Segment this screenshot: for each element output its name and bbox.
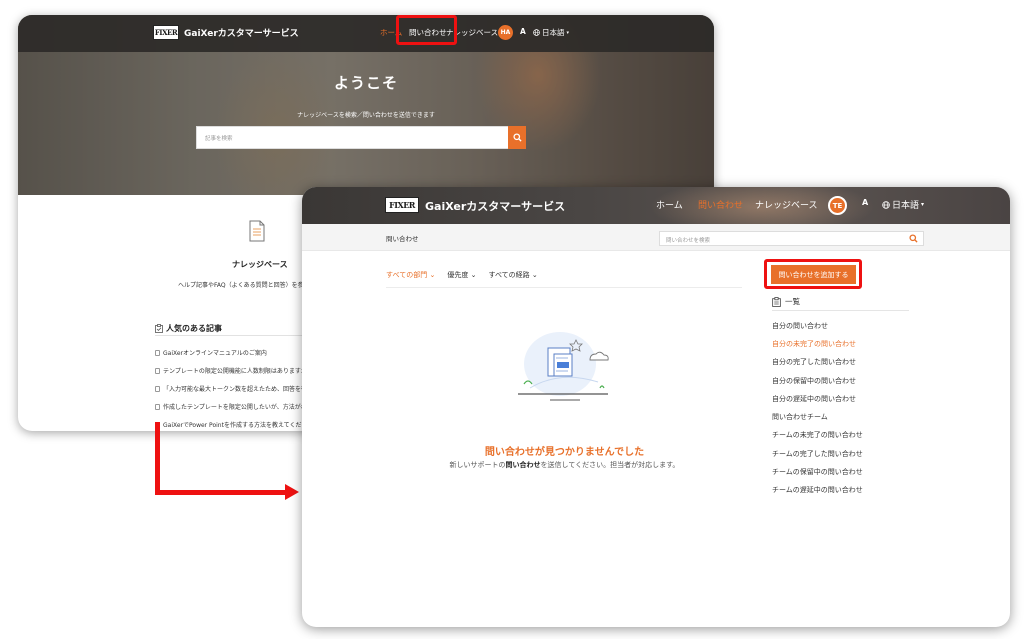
language-label: 日本語 [892,201,920,211]
article-link[interactable]: テンプレートの限定公開機能に人数制限はありますか [155,366,307,375]
front-window-inquiries: FIXER GaiXerカスタマーサービス ホーム 問い合わせ ナレッジベース … [302,187,1010,627]
search-button[interactable] [508,126,526,149]
chevron-down-icon: ⌄ [531,271,538,279]
highlight-nav-inquiries [396,15,457,45]
document-icon [155,367,160,374]
list-item-my-open[interactable]: 自分の未完了の問い合わせ [772,339,856,349]
chevron-down-icon: ⌄ [470,271,477,279]
nav-knowledge-link[interactable]: ナレッジベース [755,198,818,211]
submit-inquiry-link[interactable]: 問い合わせ [506,461,541,469]
article-link[interactable]: 「入力可能な最大トークン数を超えたため、回答を行 [155,384,307,393]
list-item-team-on-hold[interactable]: チームの保留中の問い合わせ [772,467,863,477]
globe-icon [533,29,540,36]
article-link[interactable]: GaiXerオンラインマニュアルのご案内 [155,348,267,357]
nav-inquiries-link[interactable]: 問い合わせ [698,198,743,211]
font-size-icon[interactable]: A [520,27,526,36]
filter-department[interactable]: すべての部門 ⌄ [386,270,435,280]
breadcrumb: 問い合わせ [386,235,419,243]
annotation-arrow-shaft [155,422,160,495]
annotation-arrow-shaft [155,490,287,495]
list-item-my-inquiries[interactable]: 自分の問い合わせ [772,321,828,331]
chevron-down-icon: ▾ [566,29,570,36]
list-item-my-closed[interactable]: 自分の完了した問い合わせ [772,357,856,367]
knowledge-base-title[interactable]: ナレッジベース [232,259,288,270]
search-icon [512,133,522,142]
brand-name[interactable]: GaiXerカスタマーサービス [425,198,565,214]
list-heading: 一覧 [772,296,800,307]
font-size-icon[interactable]: A [862,198,868,207]
divider [386,287,742,288]
document-icon [155,349,160,356]
filter-priority[interactable]: 優先度 ⌄ [447,270,476,280]
list-item-team-closed[interactable]: チームの完了した問い合わせ [772,449,863,459]
inquiry-search-input[interactable]: 問い合わせを検索 [659,231,924,246]
clipboard-icon [772,296,781,307]
user-avatar[interactable]: TE [828,196,847,215]
hero-subtitle: ナレッジベースを検索／問い合わせを送信できます [297,112,435,119]
language-selector[interactable]: 日本語 ▾ [533,27,569,38]
document-icon [155,385,160,392]
search-icon[interactable] [909,234,918,243]
list-item-team-open[interactable]: チームの未完了の問い合わせ [772,430,863,440]
nav-home-link[interactable]: ホーム [656,198,683,211]
chevron-down-icon: ▾ [921,201,925,208]
knowledge-base-description: ヘルプ記事やFAQ（よくある質問と回答）を参 [178,282,304,289]
list-item-team-overdue[interactable]: チームの遅延中の問い合わせ [772,485,863,495]
popular-articles-label: 人気のある記事 [166,324,222,333]
chevron-down-icon: ⌄ [429,271,436,279]
list-item-my-overdue[interactable]: 自分の遅延中の問い合わせ [772,394,856,404]
search-placeholder: 問い合わせを検索 [666,237,711,244]
clipboard-icon [155,324,163,333]
divider [155,335,325,336]
fixer-logo[interactable]: FIXER [153,25,179,40]
empty-state-title: 問い合わせが見つかりませんでした [484,447,645,458]
empty-state-description: 新しいサポートの問い合わせを送信してください。担当者が対応します。 [449,461,680,469]
search-placeholder: 記事を検索 [205,136,233,142]
list-heading-label: 一覧 [785,297,800,306]
fixer-logo[interactable]: FIXER [385,197,419,213]
globe-icon [882,200,890,209]
list-item-my-on-hold[interactable]: 自分の保留中の問い合わせ [772,376,856,386]
welcome-heading: ようこそ [333,74,398,92]
list-item-team-inquiries[interactable]: 問い合わせチーム [772,412,828,422]
language-selector[interactable]: 日本語 ▾ [882,198,924,211]
highlight-add-inquiry-button [764,259,862,289]
user-avatar[interactable]: HA [498,25,513,40]
filter-channel[interactable]: すべての経路 ⌄ [488,270,537,280]
back-top-navbar: FIXER GaiXerカスタマーサービス ホーム 問い合わせ ナレッジベース … [18,15,714,52]
article-search-input[interactable]: 記事を検索 ▾ [196,126,526,149]
filter-bar: すべての部門 ⌄ 優先度 ⌄ すべての経路 ⌄ [386,270,538,280]
screenshot-stage: FIXER GaiXerカスタマーサービス ホーム 問い合わせ ナレッジベース … [0,0,1024,639]
document-icon [155,403,160,410]
article-link[interactable]: 作成したテンプレートを限定公開したいが、方法がわ [155,402,307,411]
document-icon [249,220,265,242]
popular-articles-title: 人気のある記事 [155,323,222,334]
brand-name[interactable]: GaiXerカスタマーサービス [184,26,299,39]
arrow-right-icon [285,484,299,500]
empty-state-illustration [518,332,609,401]
article-link[interactable]: GaiXerでPower Pointを作成する方法を教えてください [155,420,313,429]
divider [772,310,909,311]
front-top-navbar: FIXER GaiXerカスタマーサービス ホーム 問い合わせ ナレッジベース … [302,187,1010,224]
language-label: 日本語 [542,28,565,37]
